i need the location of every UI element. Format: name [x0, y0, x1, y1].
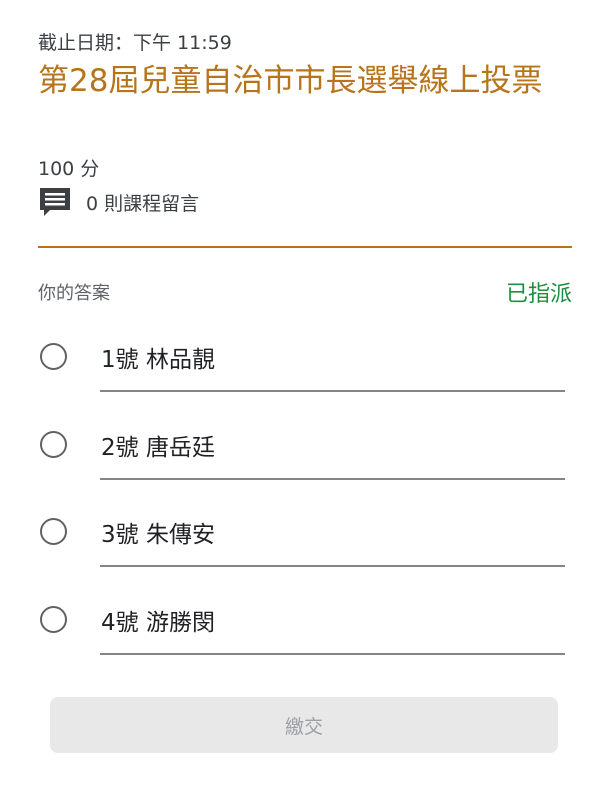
- your-answer-label: 你的答案: [38, 283, 110, 304]
- radio-button[interactable]: [40, 431, 67, 458]
- class-comments-link[interactable]: 0 則課程留言: [38, 186, 199, 218]
- comment-icon: [38, 186, 72, 218]
- comments-label: 0 則課程留言: [86, 192, 200, 215]
- radio-button[interactable]: [40, 343, 67, 370]
- radio-button[interactable]: [40, 606, 67, 633]
- status-badge: 已指派: [505, 282, 572, 307]
- choice-divider: [100, 653, 565, 655]
- due-date: 截止日期：下午 11:59: [38, 32, 232, 54]
- choice-option-1[interactable]: 1號 林品靚: [38, 330, 572, 392]
- choice-option-4[interactable]: 4號 游勝閔: [38, 593, 572, 655]
- page-title: 第28屆兒童自治市市長選舉線上投票: [38, 63, 543, 99]
- choice-label: 3號 朱傳安: [101, 522, 215, 548]
- points-value: 100 分: [38, 158, 100, 180]
- choice-divider: [100, 565, 565, 567]
- header-divider: [38, 246, 572, 248]
- choice-divider: [100, 478, 565, 480]
- radio-button[interactable]: [40, 518, 67, 545]
- choice-option-2[interactable]: 2號 唐岳廷: [38, 418, 572, 480]
- submit-button[interactable]: 繳交: [50, 697, 558, 753]
- choice-divider: [100, 390, 565, 392]
- choice-label: 4號 游勝閔: [101, 610, 215, 636]
- your-answer-header: 你的答案 已指派: [38, 276, 572, 308]
- choice-label: 2號 唐岳廷: [101, 435, 215, 461]
- choice-label: 1號 林品靚: [101, 347, 215, 373]
- choice-option-3[interactable]: 3號 朱傳安: [38, 505, 572, 567]
